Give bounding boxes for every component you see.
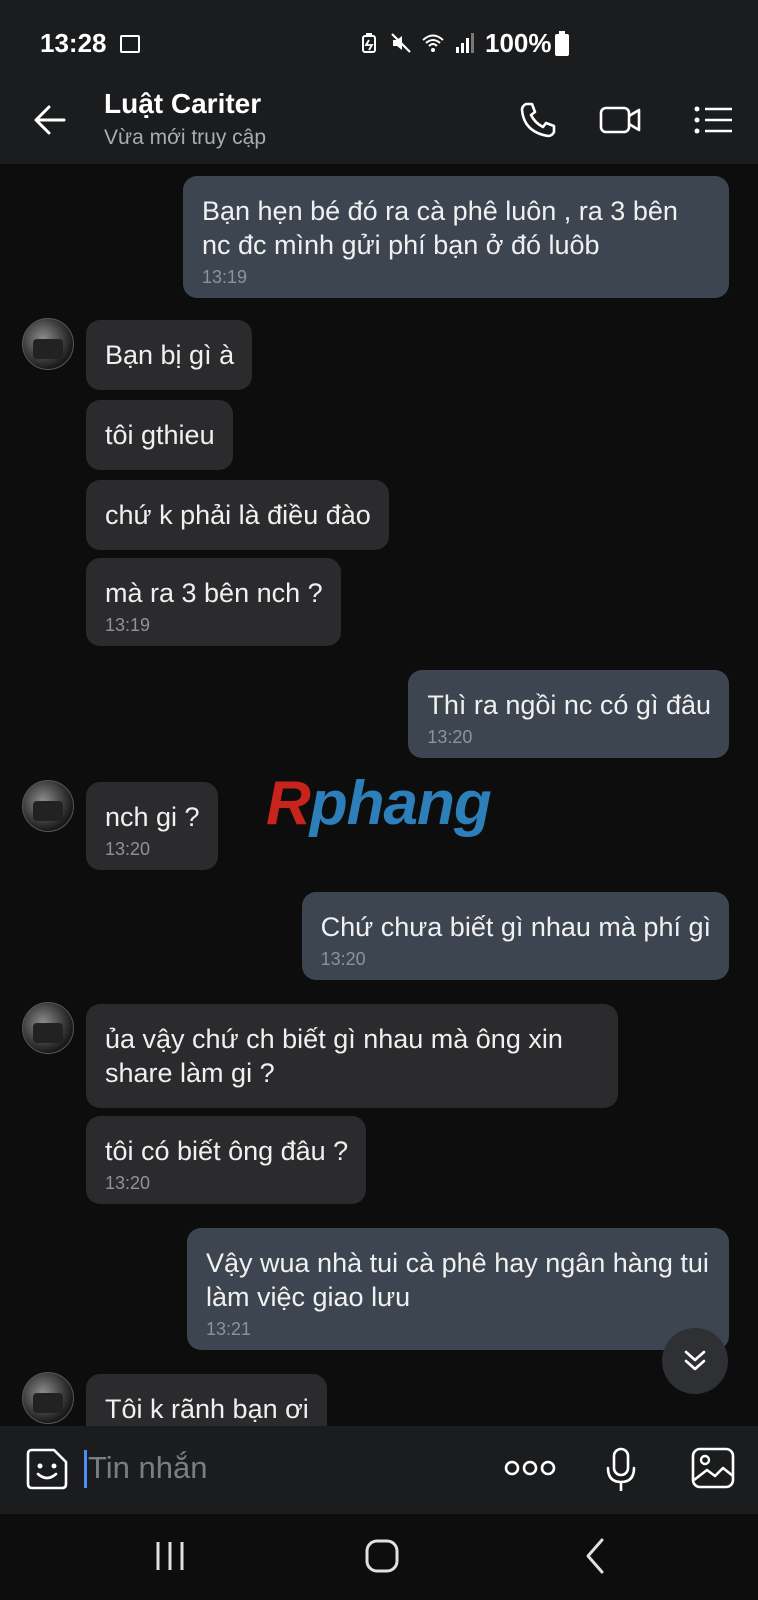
message-bubble-incoming[interactable]: Bạn bị gì à	[86, 320, 253, 390]
message-bubble-incoming[interactable]: Tôi k rãnh bạn ơi	[86, 1374, 327, 1426]
signal-icon	[456, 33, 474, 53]
battery-saver-icon	[362, 33, 376, 53]
contact-name[interactable]: Luật Cariter	[104, 88, 261, 120]
battery-percent: 100%	[485, 28, 552, 58]
message-text: tôi gthieu	[105, 420, 215, 450]
chat-header: Luật Cariter Vừa mới truy cập	[0, 76, 758, 164]
message-bubble-incoming[interactable]: nch gi ? 13:20	[86, 782, 218, 870]
menu-list-icon[interactable]	[692, 98, 736, 142]
message-text: Chứ chưa biết gì nhau mà phí gì	[320, 912, 711, 942]
message-text: nch gi ?	[105, 802, 200, 832]
message-text: chứ k phải là điều đào	[105, 500, 371, 530]
message-text: Tôi k rãnh bạn ơi	[105, 1394, 309, 1424]
more-icon[interactable]	[504, 1456, 556, 1480]
phone-icon[interactable]	[516, 98, 560, 142]
message-text: Bạn bị gì à	[105, 340, 235, 370]
message-time: 13:20	[105, 1173, 151, 1193]
watermark-rest: phang	[309, 769, 492, 838]
status-icons	[358, 32, 476, 54]
status-time: 13:28	[40, 28, 107, 58]
message-text: Bạn hẹn bé đó ra cà phê luôn , ra 3 bên …	[202, 196, 678, 260]
message-bubble-outgoing[interactable]: Thì ra ngồi nc có gì đâu 13:20	[408, 670, 729, 758]
message-time: 13:20	[105, 839, 151, 859]
gallery-icon[interactable]	[690, 1446, 736, 1490]
message-text: Thì ra ngồi nc có gì đâu	[427, 690, 711, 720]
message-time: 13:19	[105, 615, 151, 635]
back-arrow-icon[interactable]	[32, 102, 68, 138]
video-call-icon[interactable]	[598, 98, 642, 142]
avatar[interactable]	[22, 780, 74, 832]
battery-icon	[555, 31, 569, 56]
message-input[interactable]	[88, 1444, 468, 1492]
message-bubble-incoming[interactable]: tôi có biết ông đâu ? 13:20	[86, 1116, 367, 1204]
message-time: 13:20	[427, 727, 473, 747]
scroll-down-icon	[684, 1350, 706, 1371]
message-text: mà ra 3 bên nch ?	[105, 578, 323, 608]
recent-apps-icon[interactable]	[150, 1536, 190, 1576]
mute-icon	[391, 33, 411, 53]
message-bubble-outgoing[interactable]: Chứ chưa biết gì nhau mà phí gì 13:20	[301, 892, 729, 980]
scroll-down-button[interactable]	[662, 1328, 728, 1394]
mic-icon[interactable]	[604, 1446, 638, 1494]
wifi-icon	[422, 34, 444, 52]
image-icon	[120, 35, 140, 53]
message-bubble-incoming[interactable]: tôi gthieu	[86, 400, 233, 470]
chat-area[interactable]: Bạn hẹn bé đó ra cà phê luôn , ra 3 bên …	[0, 164, 758, 1426]
home-icon[interactable]	[362, 1536, 402, 1576]
avatar[interactable]	[22, 318, 74, 370]
composer	[0, 1426, 758, 1514]
status-bar: 13:28 100%	[0, 0, 758, 76]
message-time: 13:19	[202, 267, 248, 287]
sticker-icon[interactable]	[24, 1446, 70, 1492]
avatar[interactable]	[22, 1002, 74, 1054]
message-bubble-incoming[interactable]: ủa vậy chứ ch biết gì nhau mà ông xin sh…	[86, 1004, 618, 1108]
avatar[interactable]	[22, 1372, 74, 1424]
system-nav-bar	[0, 1514, 758, 1600]
message-time: 13:21	[206, 1319, 252, 1339]
message-bubble-incoming[interactable]: chứ k phải là điều đào	[86, 480, 389, 550]
message-text: Vậy wua nhà tui cà phê hay ngân hàng tui…	[206, 1248, 709, 1312]
watermark-first: R	[266, 769, 311, 838]
contact-status: Vừa mới truy cập	[104, 126, 267, 149]
watermark-logo: Rphang	[266, 768, 492, 839]
message-text: tôi có biết ông đâu ?	[105, 1136, 349, 1166]
message-bubble-incoming[interactable]: mà ra 3 bên nch ? 13:19	[86, 558, 341, 646]
nav-back-icon[interactable]	[576, 1536, 616, 1576]
message-bubble-outgoing[interactable]: Vậy wua nhà tui cà phê hay ngân hàng tui…	[187, 1228, 729, 1350]
message-bubble-outgoing[interactable]: Bạn hẹn bé đó ra cà phê luôn , ra 3 bên …	[183, 176, 729, 298]
text-caret	[84, 1450, 87, 1488]
message-text: ủa vậy chứ ch biết gì nhau mà ông xin sh…	[105, 1024, 563, 1088]
message-time: 13:20	[320, 949, 366, 969]
